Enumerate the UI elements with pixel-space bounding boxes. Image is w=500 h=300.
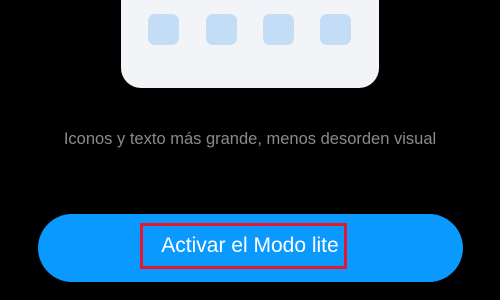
app-placeholder-icon	[320, 14, 351, 45]
lite-mode-preview-card	[121, 0, 379, 88]
lite-mode-description: Iconos y texto más grande, menos desorde…	[63, 130, 437, 148]
app-placeholder-icon	[206, 14, 237, 45]
highlight-annotation-box	[140, 223, 347, 269]
app-placeholder-icon	[148, 14, 179, 45]
app-placeholder-icon	[263, 14, 294, 45]
